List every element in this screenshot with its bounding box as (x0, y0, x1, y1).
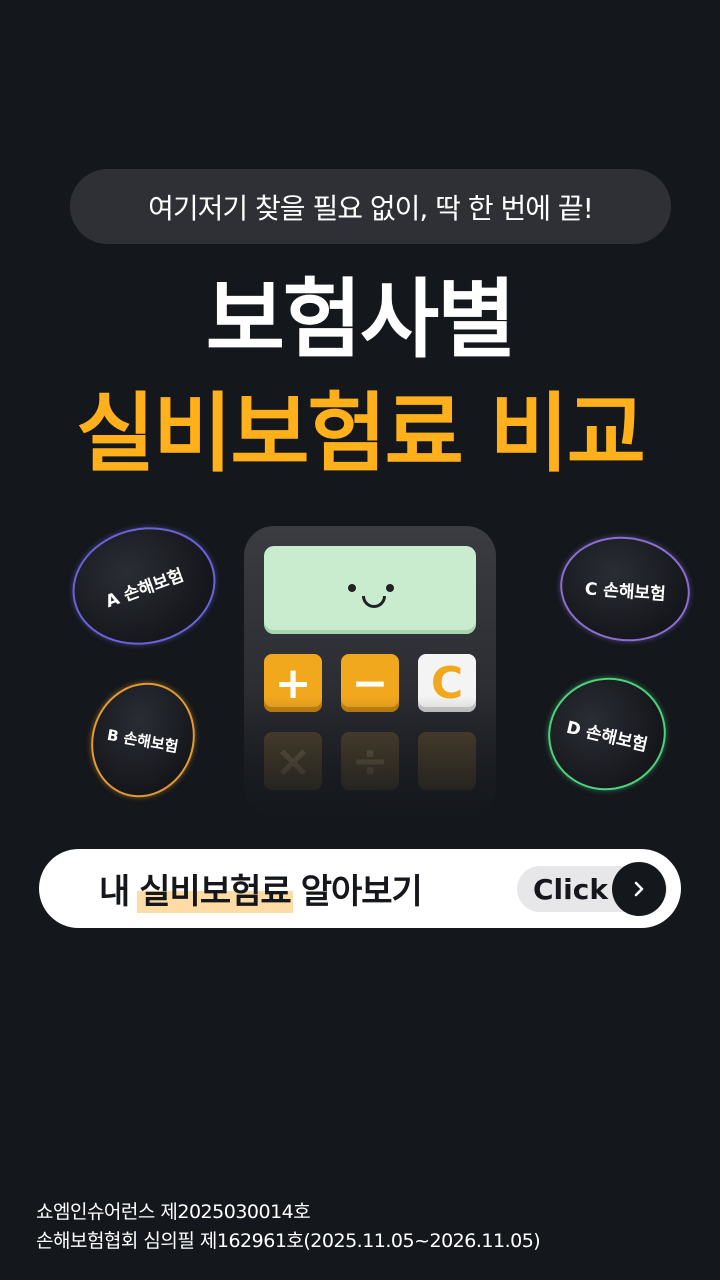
footer-disclaimer: 쇼엠인슈어런스 제2025030014호 손해보험협회 심의필 제162961호… (36, 1198, 541, 1256)
chevron-right-icon[interactable] (612, 862, 666, 916)
insurer-bubble-a: A 손해보험 (61, 514, 227, 658)
calculator-screen (264, 546, 476, 634)
title-line-2: 실비보험료 비교 (76, 384, 646, 484)
top-tagline-pill: 여기저기 찾을 필요 없이, 딱 한 번에 끝! (70, 169, 671, 244)
insurer-bubble-label: C 손해보험 (583, 578, 666, 605)
insurer-bubble-label: D 손해보험 (563, 717, 649, 756)
footer-line-1: 쇼엠인슈어런스 제2025030014호 (36, 1201, 311, 1223)
click-pill[interactable]: Click (517, 862, 667, 916)
insurer-bubble-label: A 손해보험 (103, 564, 187, 612)
calculator-fade (244, 696, 496, 816)
insurer-bubble-b: B 손해보험 (75, 668, 211, 812)
insurer-bubble-label: B 손해보험 (105, 725, 180, 756)
click-label: Click (533, 872, 608, 906)
smiley-mouth (362, 596, 386, 608)
smiley-eye-left (348, 584, 356, 592)
top-tagline-text: 여기저기 찾을 필요 없이, 딱 한 번에 끝! (148, 191, 594, 225)
insurer-bubble-c: C 손해보험 (553, 528, 697, 650)
smiley-eye-right (386, 584, 394, 592)
cta-highlight: 실비보험료 (137, 864, 293, 913)
calculator-illustration: + − C × ÷ (244, 526, 496, 816)
title-line-1: 보험사별 (205, 270, 516, 370)
cta-button[interactable]: 내 실비보험료 알아보기 Click (39, 849, 681, 928)
cta-suffix: 알아보기 (300, 872, 423, 912)
cta-text: 내 실비보험료 알아보기 (99, 849, 423, 928)
footer-line-2: 손해보험협회 심의필 제162961호(2025.11.05~2026.11.0… (36, 1230, 541, 1252)
insurer-bubble-d: D 손해보험 (535, 664, 679, 804)
cta-prefix: 내 (99, 872, 130, 912)
